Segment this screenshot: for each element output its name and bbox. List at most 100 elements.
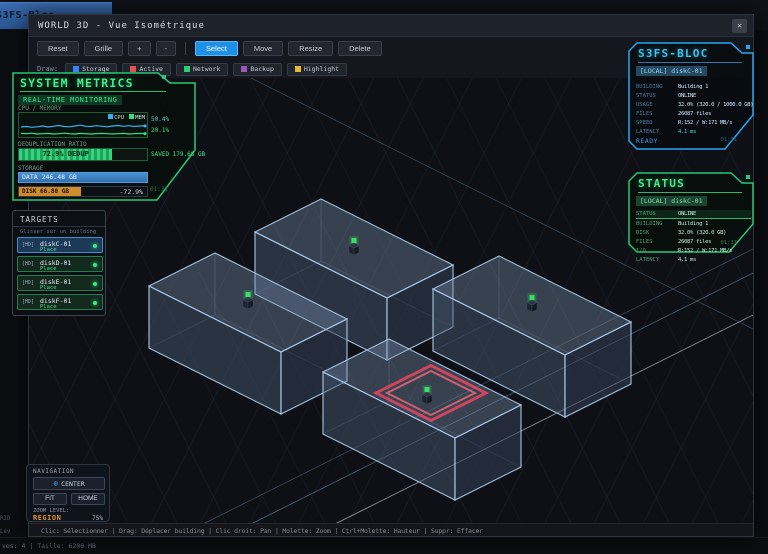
grid-button[interactable]: Grille [83,41,124,56]
s3fs-badge: [LOCAL] diskC-01 [636,66,707,76]
background-fragment-level: Lev [0,528,11,535]
table-row: I/O R:152 / W:171 MB/s [636,247,733,254]
table-row: STATUS ONLINE [636,210,751,219]
hint-text: Clic: Sélectionner | Drag: Déplacer buil… [41,527,483,535]
cpu-endpoint-dot [143,124,147,128]
zoom-value: 75% [92,515,103,522]
draw-chip-backup[interactable]: Backup [233,62,282,76]
hd-badge: [HD] [22,299,35,305]
crosshair-icon: ⊕ [53,478,59,488]
draw-chip-highlight[interactable]: Highlight [286,62,348,76]
dedup-label: DEDUPLICATION RATIO [18,141,87,148]
mode-resize-button[interactable]: Resize [288,41,334,56]
mem-line [20,132,146,135]
target-action: Place [40,266,57,272]
mem-endpoint-dot [143,132,147,136]
s3fs-underline [638,62,742,63]
window-title: WORLD 3D - Vue Isométrique [38,21,205,31]
dedup-progressbar: 72.9% DEDUP [18,148,148,161]
online-dot [93,263,97,267]
table-row: DISK 32.0% (320.0 GB) [636,229,727,236]
targets-panel: TARGETS Glisser sur un building [HD] dis… [12,210,106,316]
status-panel: STATUS [LOCAL] diskC-01 STATUS ONLINE BUI… [628,172,755,263]
center-label: CENTER [61,479,85,488]
nav-button-row: FIT HOME [33,493,105,505]
table-row: FILES 26087 files [636,110,712,117]
system-metrics-panel: SYSTEM METRICS REAL-TIME MONITORING CPU … [12,72,217,202]
mode-move-button[interactable]: Move [242,41,284,56]
navigation-panel: NAVIGATION ⊕ CENTER FIT HOME ZOOM LEVEL:… [26,464,110,522]
mode-select-button[interactable]: Select [195,41,238,56]
mode-delete-button[interactable]: Delete [338,41,382,56]
disk-bar: DISK 66.80 GB -72.9% [18,186,148,197]
online-dot [93,282,97,286]
chart-svg [20,124,147,136]
toolbar-separator [185,42,186,55]
app-stage: S3FS-Bloc RID Lev ves: 4 | Taille: 6200 … [0,0,768,554]
chart-label: CPU / MEMORY [18,105,62,112]
table-row: BUILDING Building 1 [636,83,709,90]
online-dot [93,244,97,248]
dedup-text: 72.9% DEDUP [42,150,89,158]
metrics-underline [20,91,166,92]
target-action: Place [40,247,57,253]
frame-dot [746,45,750,49]
home-button[interactable]: HOME [71,493,105,505]
backup-color-swatch [241,66,248,72]
s3fs-title: S3FS-BLOC [638,47,709,60]
cpu-mem-chart: CPU MEM [18,112,148,138]
fit-button[interactable]: FIT [33,493,67,505]
storage-label: STORAGE [18,165,44,172]
table-row: USAGE 32.0% (320.0 / 1000.0 GB) [636,101,754,108]
chip-label: Highlight [303,65,340,73]
hd-badge: [HD] [22,261,35,267]
s3fs-corner-code: 01:31 [720,137,737,143]
center-button[interactable]: ⊕ CENTER [33,477,105,490]
s3fs-rows: BUILDING Building 1 STATUS ONLINE USAGE 32.… [636,82,754,136]
status-badge: [LOCAL] diskC-01 [636,196,707,206]
targets-title: TARGETS [20,215,59,224]
status-rows: STATUS ONLINE BUILDING Building 1 DISK 32.0… [636,210,751,264]
highlight-color-swatch [294,66,301,72]
hd-badge: [HD] [22,242,35,248]
close-icon[interactable]: ✕ [732,19,747,33]
online-dot [93,301,97,305]
window-titlebar[interactable]: WORLD 3D - Vue Isométrique ✕ [29,15,753,37]
s3fs-status-ready: READY [636,137,659,145]
table-row: LATENCY 4.1 ms [636,256,697,263]
target-item-diskD-01[interactable]: [HD] diskD-01 Place [17,256,103,272]
mem-value: 20.1% [151,127,170,134]
table-row: STATUS ONLINE [636,92,697,99]
hint-bar: Clic: Sélectionner | Drag: Déplacer buil… [29,523,753,536]
target-action: Place [40,304,57,310]
zoom-mode: REGION [33,514,62,522]
frame-dot [162,75,166,79]
status-underline [638,192,742,193]
s3fs-bloc-panel: S3FS-BLOC [LOCAL] diskC-01 BUILDING Build… [628,42,755,150]
background-statusbar: ves: 4 | Taille: 6200 MB [0,537,768,554]
status-corner-code: 01:31 [720,240,737,246]
target-item-diskC-01[interactable]: [HD] diskC-01 Place [17,237,103,253]
reset-button[interactable]: Reset [37,41,79,56]
target-action: Place [40,285,57,291]
targets-divider [13,226,105,227]
chip-label: Backup [250,65,274,73]
table-row: LATENCY 4.1 ms [636,128,697,135]
table-row: SPEED R:152 / W:171 MB/s [636,119,733,126]
table-row: BUILDING Building 1 [636,220,709,227]
cpu-value: 50.4% [151,116,170,123]
hd-badge: [HD] [22,280,35,286]
saved-text: SAVED 179.68 GB [151,151,206,158]
disk-bar-label: DISK 66.80 GB [19,187,81,196]
metrics-corner-code: 01:31 [150,186,169,193]
dedup-fill: 72.9% DEDUP [19,149,113,160]
target-item-diskE-01[interactable]: [HD] diskE-01 Place [17,275,103,291]
background-fragment-grid: RID [0,515,11,522]
target-item-diskF-01[interactable]: [HD] diskF-01 Place [17,294,103,310]
zoom-out-button[interactable]: - [155,41,176,56]
frame-dot [746,175,750,179]
targets-subtitle: Glisser sur un building [20,229,97,235]
realtime-badge: REAL-TIME MONITORING [18,95,123,105]
status-title: STATUS [638,177,685,190]
zoom-in-button[interactable]: + [128,41,151,56]
